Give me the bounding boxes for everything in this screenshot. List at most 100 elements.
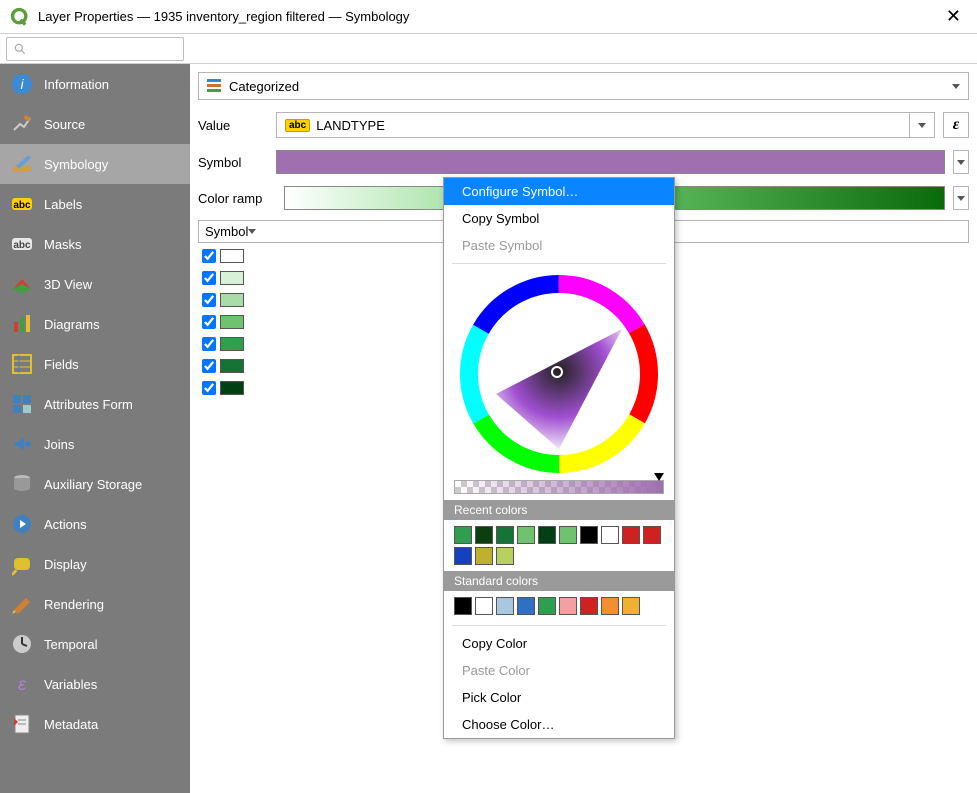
sidebar-item-display[interactable]: Display	[0, 544, 190, 584]
color-swatch[interactable]	[475, 526, 493, 544]
sidebar-item-auxiliary-storage[interactable]: Auxiliary Storage	[0, 464, 190, 504]
symbol-swatch[interactable]	[276, 150, 945, 174]
sidebar-icon	[10, 512, 34, 536]
sidebar-item-variables[interactable]: εVariables	[0, 664, 190, 704]
expression-button[interactable]: ε	[943, 112, 969, 138]
color-swatch[interactable]	[559, 526, 577, 544]
row-checkbox[interactable]	[202, 271, 216, 285]
alpha-slider[interactable]	[454, 480, 664, 494]
color-swatch[interactable]	[454, 597, 472, 615]
row-color-swatch[interactable]	[220, 359, 244, 373]
sidebar-item-source[interactable]: Source	[0, 104, 190, 144]
sidebar-item-label: Joins	[44, 437, 74, 452]
sidebar-item-label: Variables	[44, 677, 97, 692]
color-swatch[interactable]	[643, 526, 661, 544]
recent-colors-header: Recent colors	[444, 500, 674, 520]
menu-choose-color[interactable]: Choose Color…	[444, 711, 674, 738]
color-swatch[interactable]	[622, 526, 640, 544]
row-color-swatch[interactable]	[220, 381, 244, 395]
column-header-symbol[interactable]: Symbol	[199, 221, 259, 242]
sidebar-item-metadata[interactable]: Metadata	[0, 704, 190, 744]
sidebar-item-label: Diagrams	[44, 317, 100, 332]
row-color-swatch[interactable]	[220, 249, 244, 263]
sidebar-item-labels[interactable]: abcLabels	[0, 184, 190, 224]
color-swatch[interactable]	[601, 597, 619, 615]
menu-paste-color: Paste Color	[444, 657, 674, 684]
color-swatch[interactable]	[454, 547, 472, 565]
color-swatch[interactable]	[496, 597, 514, 615]
color-swatch[interactable]	[517, 526, 535, 544]
row-color-swatch[interactable]	[220, 271, 244, 285]
color-swatch[interactable]	[517, 597, 535, 615]
sidebar-item-temporal[interactable]: Temporal	[0, 624, 190, 664]
color-swatch[interactable]	[454, 526, 472, 544]
categorized-icon	[207, 79, 223, 93]
sidebar-icon	[10, 352, 34, 376]
renderer-type-combo[interactable]: Categorized	[198, 72, 969, 100]
menu-pick-color[interactable]: Pick Color	[444, 684, 674, 711]
window-title: Layer Properties — 1935 inventory_region…	[38, 9, 940, 24]
value-label: Value	[198, 118, 268, 133]
color-swatch[interactable]	[496, 526, 514, 544]
row-checkbox[interactable]	[202, 381, 216, 395]
sidebar-icon	[10, 392, 34, 416]
row-color-swatch[interactable]	[220, 315, 244, 329]
row-checkbox[interactable]	[202, 293, 216, 307]
sidebar: iInformation Source Symbology abcLabelsabcM…	[0, 64, 190, 793]
search-input[interactable]	[6, 37, 184, 61]
sidebar-icon	[10, 472, 34, 496]
sidebar-icon	[10, 552, 34, 576]
row-checkbox[interactable]	[202, 337, 216, 351]
sidebar-icon: i	[10, 72, 34, 96]
qgis-logo-icon	[10, 7, 30, 27]
menu-configure-symbol[interactable]: Configure Symbol…	[444, 178, 674, 205]
sidebar-icon	[10, 712, 34, 736]
color-swatch[interactable]	[622, 597, 640, 615]
color-swatch[interactable]	[580, 597, 598, 615]
close-button[interactable]: ✕	[940, 6, 967, 27]
symbol-dropdown-button[interactable]	[953, 150, 969, 174]
sidebar-item-label: Source	[44, 117, 85, 132]
color-swatch[interactable]	[601, 526, 619, 544]
color-swatch[interactable]	[580, 526, 598, 544]
sidebar-icon	[10, 272, 34, 296]
row-checkbox[interactable]	[202, 359, 216, 373]
sidebar-item-label: Attributes Form	[44, 397, 133, 412]
row-color-swatch[interactable]	[220, 337, 244, 351]
color-swatch[interactable]	[538, 597, 556, 615]
sidebar-icon	[10, 152, 34, 176]
menu-paste-symbol: Paste Symbol	[444, 232, 674, 259]
menu-copy-symbol[interactable]: Copy Symbol	[444, 205, 674, 232]
sidebar-item-label: Auxiliary Storage	[44, 477, 142, 492]
color-swatch[interactable]	[538, 526, 556, 544]
sidebar-item-joins[interactable]: Joins	[0, 424, 190, 464]
sidebar-item-information[interactable]: iInformation	[0, 64, 190, 104]
symbol-label: Symbol	[198, 155, 268, 170]
color-swatch[interactable]	[559, 597, 577, 615]
sidebar-item-attributes-form[interactable]: Attributes Form	[0, 384, 190, 424]
sidebar-item-label: Fields	[44, 357, 79, 372]
sidebar-item-symbology[interactable]: Symbology	[0, 144, 190, 184]
sidebar-item-fields[interactable]: Fields	[0, 344, 190, 384]
color-swatch[interactable]	[475, 547, 493, 565]
sidebar-item-3d-view[interactable]: 3D View	[0, 264, 190, 304]
row-checkbox[interactable]	[202, 249, 216, 263]
sidebar-item-rendering[interactable]: Rendering	[0, 584, 190, 624]
color-ramp-label: Color ramp	[198, 191, 276, 206]
sidebar-item-label: Metadata	[44, 717, 98, 732]
value-field-name: LANDTYPE	[316, 118, 385, 133]
row-color-swatch[interactable]	[220, 293, 244, 307]
search-icon	[13, 42, 27, 56]
color-swatch[interactable]	[496, 547, 514, 565]
row-checkbox[interactable]	[202, 315, 216, 329]
menu-copy-color[interactable]: Copy Color	[444, 630, 674, 657]
color-wheel[interactable]	[444, 268, 674, 476]
standard-colors-grid	[444, 591, 674, 621]
sidebar-item-diagrams[interactable]: Diagrams	[0, 304, 190, 344]
sidebar-item-masks[interactable]: abcMasks	[0, 224, 190, 264]
color-swatch[interactable]	[475, 597, 493, 615]
sidebar-item-actions[interactable]: Actions	[0, 504, 190, 544]
value-field-combo[interactable]: abc LANDTYPE	[276, 112, 935, 138]
sidebar-item-label: Symbology	[44, 157, 108, 172]
color-ramp-dropdown-button[interactable]	[953, 186, 969, 210]
